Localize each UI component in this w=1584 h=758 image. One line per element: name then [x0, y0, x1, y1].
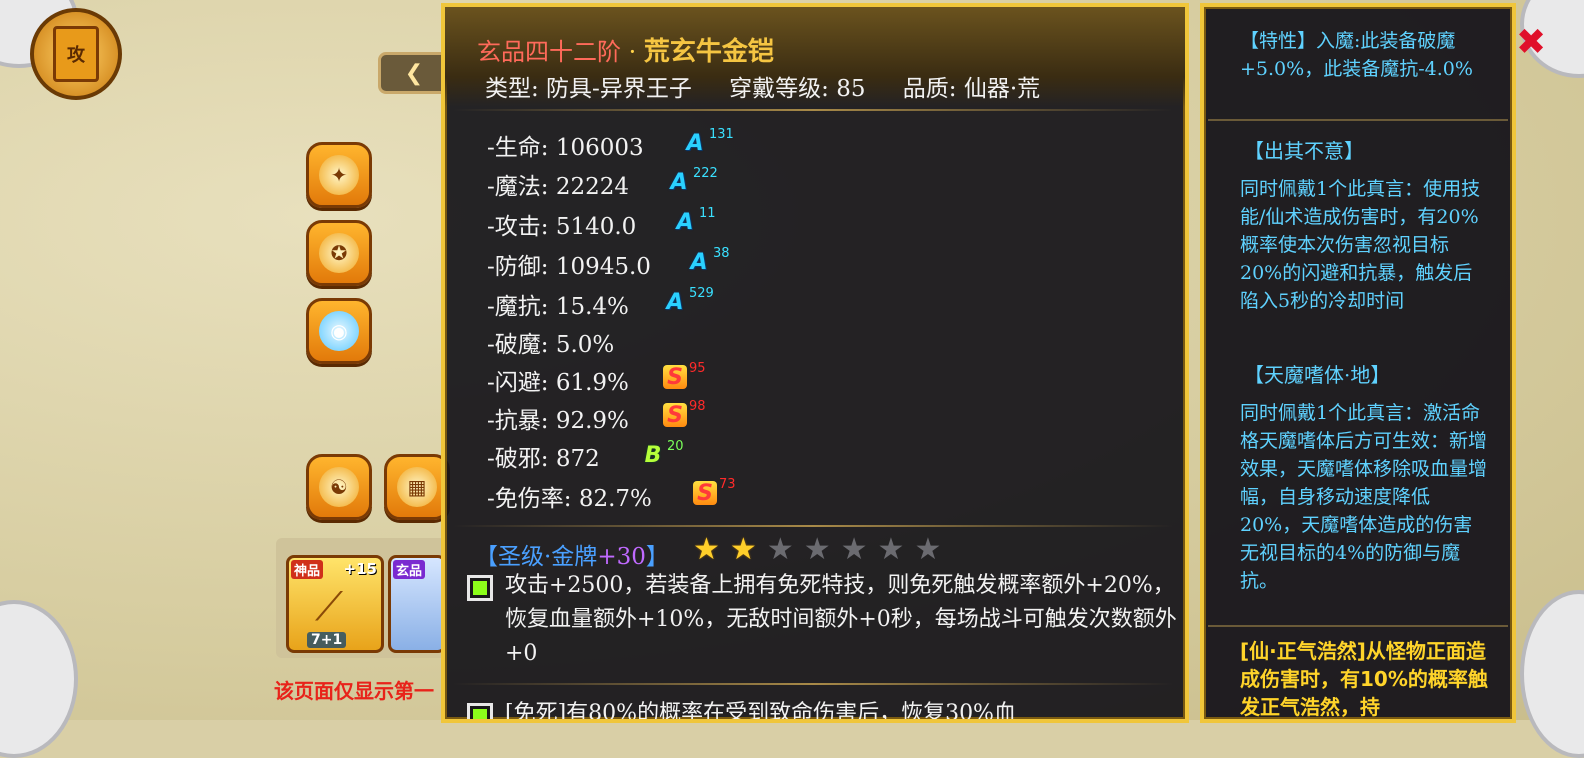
star-medal-icon: ✦ — [319, 155, 359, 195]
item-wear-level: 穿戴等级: 85 — [729, 76, 866, 102]
holy-level-close: 】 — [645, 544, 669, 570]
star-empty-icon: ★ — [803, 532, 831, 567]
attack-book-icon[interactable]: 攻 — [30, 8, 122, 100]
slot-quality-tag: 玄品 — [393, 560, 426, 579]
emblem-icon: ✪ — [319, 233, 359, 273]
effect-checkbox-2[interactable] — [467, 703, 493, 719]
grade-s-icon: S — [663, 365, 687, 390]
grade-b-icon: B — [644, 442, 662, 468]
item-skill-panel: 【特性】入魔:此装备破魔+5.0%，此装备魔抗-4.0% 【出其不意】 同时佩戴… — [1200, 3, 1516, 723]
close-icon[interactable]: ✖ — [1516, 22, 1546, 63]
section-title-demon: 【天魔嗜体·地】 — [1244, 363, 1391, 387]
slot-gem-count: 7+1 — [307, 632, 347, 648]
grade-a-icon: A — [670, 169, 688, 195]
notice-text: 该页面仅显示第一 — [274, 679, 434, 703]
equipment-slot-helmet[interactable]: 玄品 — [388, 555, 446, 653]
grade-a-icon: A — [676, 209, 694, 235]
grade-value: 11 — [699, 206, 716, 221]
spirit-pet-button[interactable]: ◉ — [306, 298, 372, 364]
stat-mp-grade: A 222 — [667, 166, 717, 195]
grade-value: 529 — [689, 286, 714, 301]
stats-divider — [453, 525, 1173, 527]
book-label: 攻 — [53, 26, 99, 82]
effect-text-1: 攻击+2500，若装备上拥有免死特技，则免死触发概率额外+20%，恢复血量额外+… — [505, 573, 1177, 666]
grade-value: 222 — [693, 166, 718, 181]
grade-s-icon: S — [663, 403, 687, 428]
item-type: 类型: 防具-异界王子 — [485, 76, 692, 102]
check-fill — [473, 709, 487, 719]
star-empty-icon: ★ — [840, 532, 868, 567]
stat-dodge: -闪避: 61.9% — [487, 370, 629, 396]
stat-damage-reduction-grade: S 73 — [693, 477, 736, 506]
stat-damage-reduction: -免伤率: 82.7% — [487, 486, 652, 512]
stat-hp: -生命: 106003 — [487, 135, 644, 161]
treasure-box-icon: ▦ — [397, 467, 437, 507]
slot-quality-tag: 神品 — [291, 560, 324, 579]
stat-break-magic: -破魔: 5.0% — [487, 332, 615, 358]
grade-a-icon: A — [690, 249, 708, 275]
item-tooltip-panel: 玄品四十二阶 · 荒玄牛金铠 类型: 防具-异界王子 穿戴等级: 85 品质: … — [441, 3, 1189, 723]
stat-mp: -魔法: 22224 — [487, 174, 629, 200]
spear-icon: ⟋ — [315, 584, 343, 630]
stat-attack-grade: A 11 — [673, 206, 715, 235]
stat-magic-resist: -魔抗: 15.4% — [487, 294, 629, 320]
side-divider-1 — [1208, 119, 1508, 121]
star-empty-icon: ★ — [766, 532, 794, 567]
taiji-button[interactable]: ☯ — [306, 454, 372, 520]
star-empty-icon: ★ — [877, 532, 905, 567]
taiji-icon: ☯ — [319, 467, 359, 507]
header-divider — [453, 109, 1173, 111]
spirit-icon: ◉ — [319, 311, 359, 351]
section-title-surprise: 【出其不意】 — [1244, 139, 1364, 163]
holy-level-label: 【圣级·金牌+30】 — [475, 537, 669, 571]
grade-a-icon: A — [686, 130, 704, 156]
side-divider-2 — [1208, 625, 1508, 627]
grade-value: 73 — [719, 477, 736, 492]
star-filled-icon: ★ — [729, 532, 757, 567]
stat-defense: -防御: 10945.0 — [487, 254, 651, 280]
stat-attack: -攻击: 5140.0 — [487, 214, 637, 240]
stat-anti-crit-grade: S 98 — [663, 399, 706, 428]
effect-text-2: [免死]有80%的概率在受到致命伤害后，恢复30%血 — [505, 701, 1016, 723]
item-info-line: 类型: 防具-异界王子 穿戴等级: 85 品质: 仙器·荒 — [485, 69, 1070, 103]
effect-checkbox-1[interactable] — [467, 575, 493, 601]
grade-value: 98 — [689, 399, 706, 414]
equipment-slot-weapon[interactable]: 神品 +15 ⟋ 7+1 — [286, 555, 384, 653]
stat-break-evil: -破邪: 872 — [487, 446, 600, 472]
grade-value: 38 — [713, 246, 730, 261]
gold-emblem-button[interactable]: ✪ — [306, 220, 372, 286]
stat-anti-crit: -抗暴: 92.9% — [487, 408, 629, 434]
item-name: 荒玄牛金铠 — [643, 37, 774, 67]
star-rating: ★ ★ ★ ★ ★ ★ ★ — [693, 535, 951, 565]
item-title: 玄品四十二阶 · 荒玄牛金铠 — [477, 31, 774, 68]
grade-value: 95 — [689, 361, 706, 376]
stat-hp-grade: A 131 — [683, 127, 733, 156]
holy-level-value: +30 — [597, 544, 646, 570]
title-separator: · — [628, 38, 637, 66]
grade-s-icon: S — [693, 481, 717, 506]
slot-enhance-level: +15 — [343, 560, 377, 578]
grade-value: 131 — [709, 127, 734, 142]
section-text-surprise: 同时佩戴1个此真言：使用技能/仙术造成伤害时，有20%概率使本次伤害忽视目标20… — [1240, 178, 1481, 312]
star-filled-icon: ★ — [693, 532, 720, 567]
item-quality: 品质: 仙器·荒 — [902, 76, 1041, 102]
grade-a-icon: A — [666, 289, 684, 315]
item-grade: 玄品四十二阶 — [477, 38, 621, 66]
check-fill — [473, 581, 487, 595]
section-text-demon: 同时佩戴1个此真言：激活命格天魔嗜体后方可生效：新增效果，天魔嗜体移除吸血量增幅… — [1240, 402, 1488, 592]
stat-magic-resist-grade: A 529 — [663, 286, 713, 315]
back-arrow-tab[interactable]: ❮ — [378, 52, 450, 94]
trait-text: 【特性】入魔:此装备破魔+5.0%，此装备魔抗-4.0% — [1240, 30, 1473, 80]
stat-dodge-grade: S 95 — [663, 361, 706, 390]
stat-defense-grade: A 38 — [687, 246, 729, 275]
star-empty-icon: ★ — [914, 532, 942, 567]
effects-divider — [453, 683, 1173, 685]
holy-level-open: 【圣级·金牌 — [475, 544, 598, 570]
star-medal-button[interactable]: ✦ — [306, 142, 372, 208]
stat-break-evil-grade: B 20 — [641, 439, 684, 468]
grade-value: 20 — [667, 439, 684, 454]
immortal-skill-text: [仙·正气浩然]从怪物正面造成伤害时，有10%的概率触发正气浩然，持 — [1240, 639, 1488, 719]
